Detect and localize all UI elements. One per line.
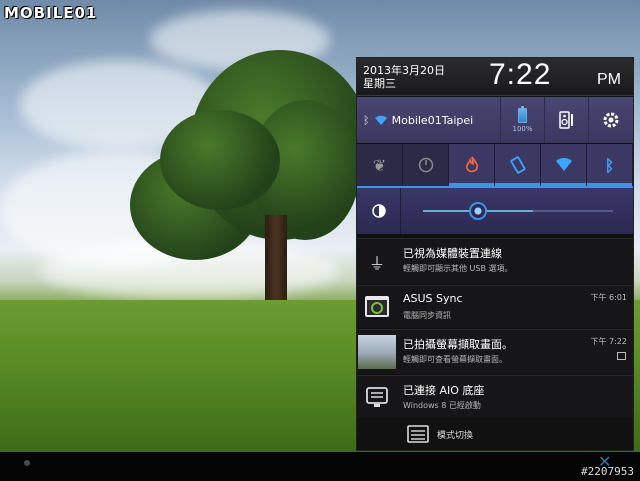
brightness-slider-track [533, 210, 613, 212]
clock-time: 7:22 [489, 58, 552, 91]
battery-icon [518, 105, 527, 123]
toggle-power-saver[interactable]: ❦ [357, 144, 403, 186]
toggle-bluetooth[interactable]: ᛒ [587, 144, 633, 186]
mobile01-logo: MOBILE01 [4, 2, 97, 24]
logo-text: MOBILE01 [4, 4, 98, 22]
brightness-slider-thumb[interactable] [469, 202, 487, 220]
image-icon [617, 352, 626, 360]
mode-switch-icon [407, 425, 429, 443]
screenshot-thumbnail [357, 330, 397, 374]
notification-time: 下午 7:22 [590, 337, 627, 346]
notification-title: 已視為媒體裝置連線 [403, 247, 502, 260]
bluetooth-status-icon: ᛒ [363, 113, 370, 127]
asus-sync-icon [357, 286, 397, 328]
mode-switch-label: 模式切換 [437, 430, 474, 441]
usb-icon: ⏚ [368, 253, 385, 273]
notification-title: 已拍攝螢幕擷取畫面。 [403, 338, 513, 351]
settings-button[interactable] [589, 97, 633, 143]
dock-icon [357, 376, 397, 418]
post-id-watermark: #2207953 [581, 465, 634, 478]
auto-brightness-button[interactable] [357, 188, 401, 234]
wifi-network-name: Mobile01Taipei [391, 113, 474, 127]
notification-subtitle: Windows 8 已經啟動 [403, 401, 481, 410]
super-performance-icon [465, 156, 478, 173]
audio-wizard-button[interactable] [545, 97, 589, 143]
brightness-icon [371, 204, 386, 218]
notification-title: ASUS Sync [403, 292, 463, 305]
power-saver-icon: ❦ [372, 155, 387, 175]
notification-asus-sync[interactable]: ASUS Sync 電腦同步資訊 下午 6:01 [357, 285, 633, 328]
brightness-row [357, 186, 633, 234]
battery-percent: 100% [512, 124, 533, 133]
auto-rotate-icon [510, 156, 525, 174]
notification-panel: 2013年3月20日 星期三 7:22 PM ᛒ Mobile01Taipei … [356, 57, 634, 451]
quick-toggles: ❦ ᛒ [357, 144, 633, 186]
audio-wizard-icon [558, 111, 573, 129]
notification-dot-icon [24, 460, 30, 466]
toggle-balanced-mode[interactable] [403, 144, 449, 186]
wifi-icon [374, 115, 387, 125]
notification-subtitle: 電腦同步資訊 [403, 311, 451, 320]
battery-status: 100% [501, 97, 545, 143]
mode-switch-action[interactable]: 模式切換 [357, 418, 633, 450]
panel-header: 2013年3月20日 星期三 7:22 PM [357, 58, 633, 96]
notification-screenshot[interactable]: 已拍攝螢幕擷取畫面。 輕觸即可查看螢幕擷取畫面。 下午 7:22 [357, 329, 633, 374]
notification-usb[interactable]: ⏚ 已視為媒體裝置連線 輕觸即可顯示其他 USB 選項。 [357, 238, 633, 284]
performance-mode-icon [418, 157, 433, 173]
gear-icon [603, 112, 619, 128]
weekday-text: 星期三 [363, 77, 396, 90]
toggle-wifi[interactable] [541, 144, 587, 186]
wifi-toggle-icon [555, 158, 572, 171]
notification-time: 下午 6:01 [590, 293, 627, 302]
status-row: ᛒ Mobile01Taipei 100% [357, 97, 633, 143]
notification-title: 已連接 AIO 底座 [403, 384, 485, 397]
toggle-super-performance[interactable] [449, 144, 495, 186]
notification-subtitle: 輕觸即可查看螢幕擷取畫面。 [403, 355, 507, 364]
clock-ampm: PM [597, 71, 621, 88]
date-block: 2013年3月20日 星期三 [363, 64, 445, 90]
notification-subtitle: 輕觸即可顯示其他 USB 選項。 [403, 264, 513, 273]
wifi-status[interactable]: ᛒ Mobile01Taipei [357, 97, 501, 143]
toggle-auto-rotate[interactable] [495, 144, 541, 186]
system-bar: ✕ [0, 452, 640, 481]
date-text: 2013年3月20日 [363, 64, 445, 77]
bluetooth-toggle-icon: ᛒ [604, 155, 615, 175]
notification-aio-dock[interactable]: 已連接 AIO 底座 Windows 8 已經啟動 [357, 375, 633, 418]
